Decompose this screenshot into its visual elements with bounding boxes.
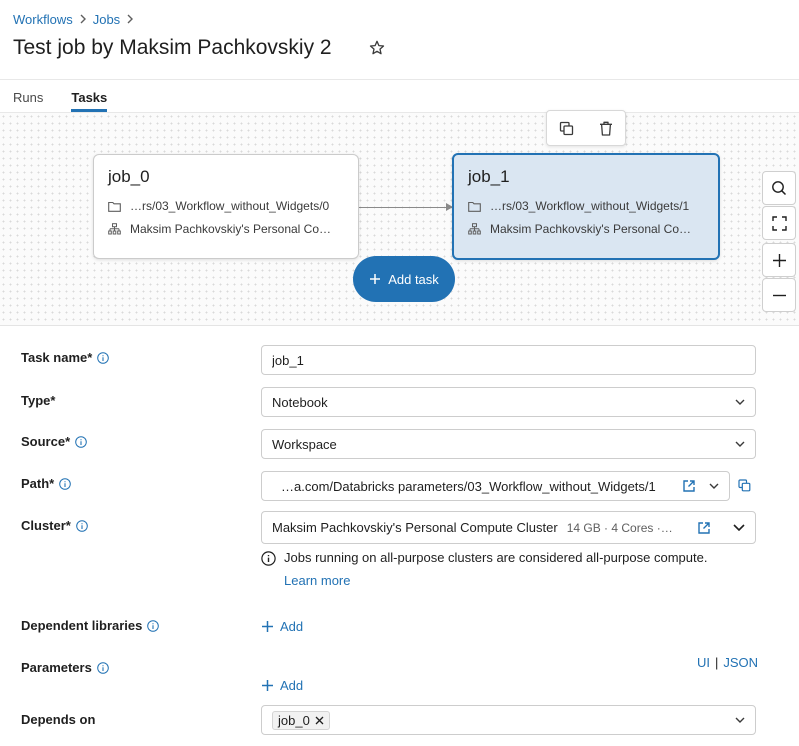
add-task-label: Add task — [388, 271, 439, 287]
type-select[interactable]: Notebook — [261, 387, 756, 417]
info-icon[interactable] — [75, 435, 87, 448]
ui-link[interactable]: UI — [697, 655, 710, 670]
task-node-job-0[interactable]: job_0 …rs/03_Workflow_without_Widgets/0 … — [93, 154, 359, 259]
tab-runs[interactable]: Runs — [13, 90, 43, 112]
folder-icon — [468, 201, 481, 212]
node-toolbar — [546, 110, 626, 146]
cluster-label-text: Cluster* — [21, 518, 71, 533]
path-label-text: Path* — [21, 476, 55, 491]
header-divider — [0, 79, 799, 80]
task-node-path: …rs/03_Workflow_without_Widgets/1 — [468, 199, 704, 213]
depends-on-label-text: Depends on — [21, 712, 96, 727]
path-select[interactable]: …a.com/Databricks parameters/03_Workflow… — [261, 471, 730, 501]
copy-icon[interactable] — [553, 114, 581, 142]
plus-icon — [262, 680, 273, 691]
task-node-path-text: …rs/03_Workflow_without_Widgets/1 — [490, 199, 690, 213]
info-icon[interactable] — [76, 519, 88, 532]
breadcrumb: Workflows Jobs — [13, 12, 134, 27]
chevron-down-icon — [735, 441, 745, 447]
tab-tasks[interactable]: Tasks — [71, 90, 108, 112]
path-label: Path* — [21, 476, 72, 491]
notice-text: Jobs running on all-purpose clusters are… — [284, 550, 708, 565]
external-link-icon[interactable] — [697, 521, 711, 535]
plus-icon — [370, 274, 381, 284]
task-node-title: job_1 — [468, 167, 510, 186]
trash-icon[interactable] — [592, 114, 620, 142]
folder-icon — [108, 201, 121, 212]
cluster-label: Cluster* — [21, 518, 88, 533]
dependency-tag-label: job_0 — [278, 712, 310, 728]
info-icon[interactable] — [97, 351, 110, 364]
fit-view-icon[interactable] — [762, 206, 796, 240]
chevron-down-icon — [735, 717, 745, 723]
task-node-cluster: Maksim Pachkovskiy's Personal Co… — [468, 222, 704, 236]
task-name-value: job_1 — [272, 352, 304, 368]
cluster-select[interactable]: Maksim Pachkovskiy's Personal Compute Cl… — [261, 511, 756, 544]
add-library-button[interactable]: Add — [261, 619, 303, 634]
add-parameter-label: Add — [280, 678, 304, 693]
dependent-libraries-label: Dependent libraries — [21, 618, 160, 633]
json-link[interactable]: JSON — [723, 655, 758, 670]
close-icon[interactable] — [315, 713, 324, 728]
chevron-down-icon — [709, 483, 719, 489]
zoom-out-icon[interactable] — [762, 278, 796, 312]
dependency-edge — [359, 207, 453, 208]
add-parameter-button[interactable]: Add — [261, 678, 303, 693]
chevron-down-icon — [733, 524, 745, 531]
search-icon[interactable] — [762, 171, 796, 205]
chevron-right-icon — [126, 13, 134, 27]
task-node-title: job_0 — [108, 167, 150, 186]
format-separator: | — [715, 655, 719, 670]
cluster-icon — [468, 223, 481, 235]
task-name-label: Task name* — [21, 350, 110, 365]
add-task-button[interactable]: Add task — [353, 256, 455, 302]
learn-more-link[interactable]: Learn more — [284, 573, 707, 588]
info-icon[interactable] — [147, 619, 160, 632]
zoom-in-icon[interactable] — [762, 243, 796, 277]
task-node-cluster-text: Maksim Pachkovskiy's Personal Co… — [130, 222, 332, 236]
task-node-cluster-text: Maksim Pachkovskiy's Personal Co… — [490, 222, 692, 236]
parameters-label: Parameters — [21, 660, 109, 675]
cluster-detail: 14 GB · 4 Cores ·… — [566, 520, 673, 535]
task-node-cluster: Maksim Pachkovskiy's Personal Co… — [108, 222, 344, 236]
info-icon[interactable] — [97, 661, 109, 674]
dependency-tag: job_0 — [272, 710, 330, 730]
chevron-down-icon — [735, 399, 745, 405]
copy-path-icon[interactable] — [738, 479, 751, 497]
cluster-value: Maksim Pachkovskiy's Personal Compute Cl… — [272, 520, 558, 535]
depends-on-select[interactable]: job_0 — [261, 705, 756, 735]
external-link-icon[interactable] — [682, 479, 696, 493]
task-name-label-text: Task name* — [21, 350, 93, 365]
dependent-libraries-label-text: Dependent libraries — [21, 618, 143, 633]
parameter-format-toggle: UI | JSON — [697, 655, 758, 670]
cluster-icon — [108, 223, 121, 235]
star-icon[interactable] — [366, 36, 388, 60]
type-label-text: Type* — [21, 393, 56, 408]
path-value: …a.com/Databricks parameters/03_Workflow… — [281, 478, 656, 494]
task-name-input[interactable]: job_1 — [261, 345, 756, 375]
type-label: Type* — [21, 393, 55, 408]
cluster-notice: Jobs running on all-purpose clusters are… — [261, 550, 761, 588]
source-value: Workspace — [272, 436, 337, 452]
breadcrumb-jobs[interactable]: Jobs — [93, 12, 120, 27]
chevron-right-icon — [79, 13, 87, 27]
task-node-path: …rs/03_Workflow_without_Widgets/0 — [108, 199, 344, 213]
task-node-path-text: …rs/03_Workflow_without_Widgets/0 — [130, 199, 330, 213]
source-label: Source* — [21, 434, 87, 449]
page-title: Test job by Maksim Pachkovskiy 2 — [13, 36, 332, 59]
task-node-job-1[interactable]: job_1 …rs/03_Workflow_without_Widgets/1 … — [452, 153, 720, 260]
breadcrumb-workflows[interactable]: Workflows — [13, 12, 73, 27]
tab-bar: Runs Tasks — [13, 90, 108, 112]
info-icon — [261, 551, 276, 588]
source-select[interactable]: Workspace — [261, 429, 756, 459]
depends-on-label: Depends on — [21, 712, 95, 727]
info-icon[interactable] — [59, 477, 72, 490]
type-value: Notebook — [272, 394, 328, 410]
plus-icon — [262, 621, 273, 632]
depends-on-tags: job_0 — [272, 710, 727, 730]
add-library-label: Add — [280, 619, 304, 634]
parameters-label-text: Parameters — [21, 660, 92, 675]
source-label-text: Source* — [21, 434, 71, 449]
